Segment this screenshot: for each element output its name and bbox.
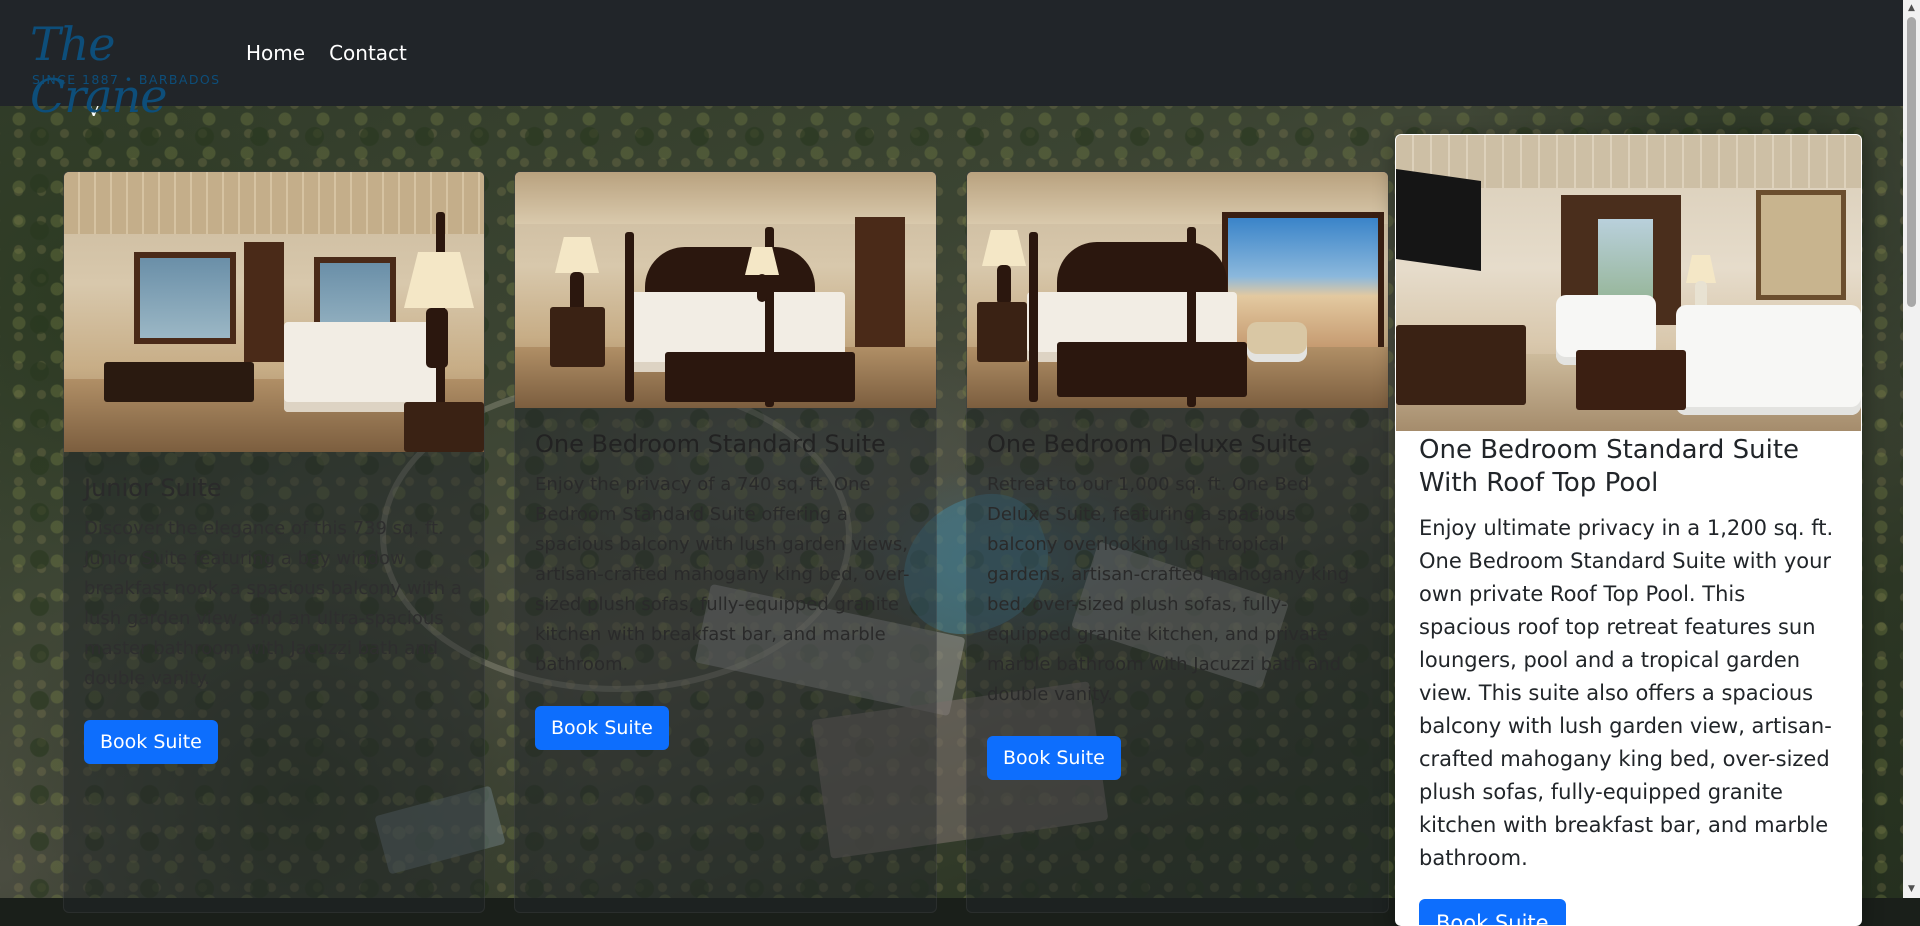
brand-tagline: SINCE 1887 • BARBADOS	[32, 72, 221, 87]
suite-card-one-bedroom-deluxe: One Bedroom Deluxe Suite Retreat to our …	[966, 171, 1389, 913]
suite-card-roof-top-pool: One Bedroom Standard Suite With Roof Top…	[1395, 134, 1862, 926]
brand-logo[interactable]: The Crane SINCE 1887 • BARBADOS	[30, 18, 221, 122]
suite-title: One Bedroom Standard Suite	[535, 430, 886, 458]
suite-image-one-bedroom-standard	[515, 172, 936, 408]
suite-title: Junior Suite	[84, 474, 222, 502]
suite-title: One Bedroom Deluxe Suite	[987, 430, 1312, 458]
suite-image-one-bedroom-deluxe	[967, 172, 1388, 408]
navbar: The Crane SINCE 1887 • BARBADOS Home Con…	[0, 0, 1903, 122]
nav-links: Home Contact	[238, 33, 423, 73]
suite-image-roof-top-pool	[1396, 135, 1861, 431]
book-suite-button[interactable]: Book Suite	[84, 720, 218, 764]
scroll-down-arrow-icon[interactable]: ▼	[1903, 881, 1920, 898]
suite-title: One Bedroom Standard Suite With Roof Top…	[1419, 435, 1800, 498]
suite-description: Discover the elegance of this 739 sq. ft…	[84, 518, 462, 689]
suite-description: Enjoy the privacy of a 740 sq. ft. One B…	[535, 474, 910, 675]
suite-description: Retreat to our 1,000 sq. ft. One Bed Del…	[987, 474, 1350, 705]
suite-card-one-bedroom-standard: One Bedroom Standard Suite Enjoy the pri…	[514, 171, 937, 913]
book-suite-button[interactable]: Book Suite	[535, 706, 669, 750]
nav-link-home[interactable]: Home	[238, 33, 313, 73]
book-suite-button[interactable]: Book Suite	[987, 736, 1121, 780]
suite-image-junior	[64, 172, 484, 452]
suite-description: Enjoy ultimate privacy in a 1,200 sq. ft…	[1419, 516, 1834, 870]
scrollbar-thumb[interactable]	[1907, 17, 1916, 307]
page-scrollbar[interactable]: ▲ ▼	[1903, 0, 1920, 898]
book-suite-button[interactable]: Book Suite	[1419, 899, 1566, 925]
suite-card-junior: Junior Suite Discover the elegance of th…	[63, 171, 485, 913]
brand-name: The Crane	[30, 17, 167, 123]
scroll-up-arrow-icon[interactable]: ▲	[1903, 0, 1920, 17]
nav-link-contact[interactable]: Contact	[321, 33, 415, 73]
